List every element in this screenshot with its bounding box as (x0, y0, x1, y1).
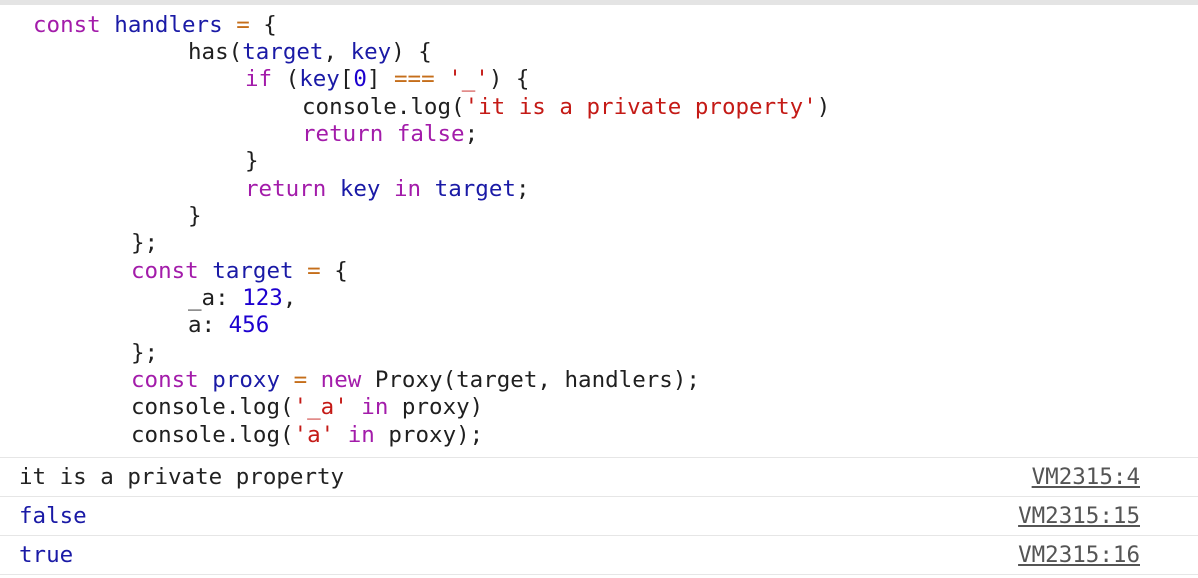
code-token: key (299, 66, 340, 92)
code-token: 'it is a private property' (464, 94, 817, 120)
code-line: return key in target; (245, 176, 529, 203)
code-line: const handlers = { (33, 12, 277, 39)
code-token: has( (188, 39, 243, 65)
code-token: target (434, 176, 516, 202)
console-message-text: false (19, 503, 87, 529)
code-token: 123 (242, 285, 283, 311)
code-token: return (302, 121, 384, 147)
code-token: '_' (448, 66, 489, 92)
code-token: proxy (212, 367, 281, 393)
code-token: console.log( (131, 422, 294, 448)
code-token: 0 (353, 66, 367, 92)
code-token: _a: (188, 285, 243, 311)
code-line: if (key[0] === '_') { (245, 66, 529, 93)
code-token: = (307, 258, 321, 284)
code-token: console.log( (131, 394, 294, 420)
code-token: in (394, 176, 422, 202)
code-token: , (282, 285, 297, 311)
devtools-console: const handlers = { has(target, key) { if… (0, 0, 1198, 578)
console-message-text: it is a private property (19, 464, 345, 490)
code-token: } (245, 148, 259, 174)
code-token: { (320, 258, 348, 284)
code-token: console.log( (302, 94, 465, 120)
code-line: const proxy = new Proxy(target, handlers… (131, 367, 700, 394)
code-line: console.log('_a' in proxy) (131, 394, 483, 421)
code-token: in (347, 422, 375, 448)
code-token: a: (188, 312, 229, 338)
console-message-text: true (19, 542, 74, 568)
code-token: const (131, 258, 199, 284)
console-message-row: true VM2315:16 (0, 536, 1198, 574)
code-token: 'a' (293, 422, 335, 448)
source-link[interactable]: VM2315:4 (1032, 458, 1140, 496)
code-token: false (396, 121, 465, 147)
code-line: _a: 123, (188, 285, 296, 312)
code-token: proxy) (388, 394, 484, 420)
code-token: Proxy(target, handlers); (361, 367, 700, 393)
code-token: ) (816, 94, 831, 120)
code-line: console.log('a' in proxy); (131, 422, 483, 449)
code-token: ] (366, 66, 395, 92)
code-token: = (293, 367, 308, 393)
code-token: { (249, 12, 277, 38)
code-token: ) { (488, 66, 530, 92)
code-token: ( (272, 66, 300, 92)
code-token: key (350, 39, 392, 65)
code-line: a: 456 (188, 312, 269, 339)
code-token: return (245, 176, 327, 202)
code-token: '_a' (293, 394, 348, 420)
code-line: } (188, 203, 202, 230)
code-token: ; (515, 176, 530, 202)
code-token: === (394, 66, 435, 92)
code-token: target (212, 258, 294, 284)
source-link[interactable]: VM2315:16 (1018, 536, 1140, 574)
code-token: }; (131, 230, 159, 256)
code-token: 456 (228, 312, 270, 338)
code-token: = (236, 12, 250, 38)
console-message-row: false VM2315:15 (0, 497, 1198, 535)
code-line: console.log('it is a private property') (302, 94, 830, 121)
code-token: ; (464, 121, 479, 147)
code-line: } (245, 148, 259, 175)
code-line: const target = { (131, 258, 348, 285)
code-line: return false; (302, 121, 478, 148)
console-top-border (0, 0, 1198, 5)
code-token: if (245, 66, 273, 92)
code-token: const (131, 367, 199, 393)
code-token: new (320, 367, 362, 393)
code-token: }; (131, 340, 159, 366)
code-token: handlers (114, 12, 223, 38)
code-token: in (361, 394, 389, 420)
code-token: target (242, 39, 324, 65)
code-token: , (323, 39, 351, 65)
code-token: ) { (391, 39, 432, 65)
code-token: key (339, 176, 381, 202)
code-line: has(target, key) { (188, 39, 432, 66)
source-link[interactable]: VM2315:15 (1018, 497, 1140, 535)
code-line: }; (131, 340, 158, 367)
code-token: const (33, 12, 101, 38)
console-message-row: it is a private property VM2315:4 (0, 458, 1198, 496)
code-token: proxy); (374, 422, 484, 448)
code-token: [ (339, 66, 354, 92)
output-divider (0, 574, 1198, 575)
code-token: } (188, 203, 202, 229)
code-line: }; (131, 230, 158, 257)
